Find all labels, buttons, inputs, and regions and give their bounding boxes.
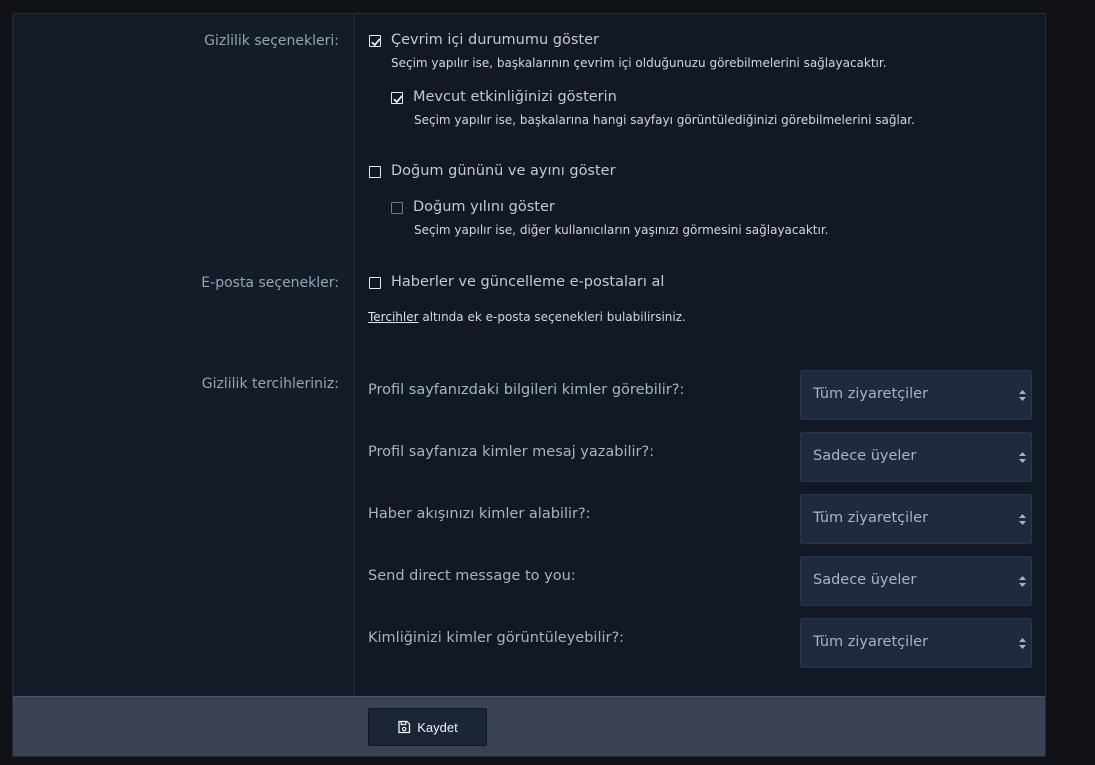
select-arrows-icon bbox=[1019, 638, 1026, 649]
select-arrows-icon bbox=[1019, 452, 1026, 463]
show-dob-label[interactable]: Doğum gününü ve ayını göster bbox=[391, 163, 616, 179]
show-online-checkbox[interactable] bbox=[369, 35, 381, 47]
show-activity-checkbox[interactable] bbox=[391, 92, 403, 104]
select-arrows-icon bbox=[1019, 576, 1026, 587]
save-icon bbox=[398, 720, 411, 734]
direct-message-select[interactable]: Sadece üyeler bbox=[800, 556, 1032, 606]
news-feed-select[interactable]: Tüm ziyaretçiler bbox=[800, 494, 1032, 544]
news-email-checkbox[interactable] bbox=[369, 277, 381, 289]
select-value: Tüm ziyaretçiler bbox=[813, 386, 929, 402]
show-online-hint: Seçim yapılır ise, başkalarının çevrim i… bbox=[391, 56, 887, 70]
email-options-label: E-posta seçenekler: bbox=[201, 275, 339, 291]
show-dob-checkbox[interactable] bbox=[369, 166, 381, 178]
select-arrows-icon bbox=[1019, 390, 1026, 401]
privacy-prefs-label: Gizlilik tercihleriniz: bbox=[201, 376, 339, 392]
news-email-label[interactable]: Haberler ve güncelleme e-postaları al bbox=[391, 274, 664, 290]
email-prefs-note: Tercihler altında ek e-posta seçenekleri… bbox=[368, 310, 686, 324]
checkmark-icon bbox=[393, 95, 403, 104]
pref-question: Profil sayfanızdaki bilgileri kimler gör… bbox=[368, 382, 685, 398]
email-prefs-text: altında ek e-posta seçenekleri bulabilir… bbox=[418, 310, 686, 324]
pref-question: Send direct message to you: bbox=[368, 568, 576, 584]
show-online-label[interactable]: Çevrim içi durumumu göster bbox=[391, 32, 599, 48]
show-year-checkbox[interactable] bbox=[391, 202, 403, 214]
profile-view-select[interactable]: Tüm ziyaretçiler bbox=[800, 370, 1032, 420]
select-arrows-icon bbox=[1019, 514, 1026, 525]
save-label: Kaydet bbox=[417, 719, 458, 735]
pref-question: Kimliğinizi kimler görüntüleyebilir?: bbox=[368, 630, 625, 646]
show-activity-label[interactable]: Mevcut etkinliğinizi gösterin bbox=[413, 89, 617, 105]
save-button[interactable]: Kaydet bbox=[368, 708, 487, 746]
privacy-options-label: Gizlilik seçenekleri: bbox=[204, 33, 339, 49]
label-column bbox=[13, 14, 355, 696]
select-value: Sadece üyeler bbox=[813, 448, 917, 464]
show-year-label[interactable]: Doğum yılını göster bbox=[413, 199, 555, 215]
checkmark-icon bbox=[371, 38, 381, 47]
select-value: Tüm ziyaretçiler bbox=[813, 634, 929, 650]
select-value: Tüm ziyaretçiler bbox=[813, 510, 929, 526]
identity-view-select[interactable]: Tüm ziyaretçiler bbox=[800, 618, 1032, 668]
select-value: Sadece üyeler bbox=[813, 572, 917, 588]
pref-question: Haber akışınızı kimler alabilir?: bbox=[368, 506, 591, 522]
preferences-link[interactable]: Tercihler bbox=[368, 310, 419, 324]
pref-question: Profil sayfanıza kimler mesaj yazabilir?… bbox=[368, 444, 655, 460]
account-privacy-form: Gizlilik seçenekleri: Çevrim içi durumum… bbox=[12, 13, 1046, 757]
profile-post-select[interactable]: Sadece üyeler bbox=[800, 432, 1032, 482]
show-year-hint: Seçim yapılır ise, diğer kullanıcıların … bbox=[414, 223, 829, 237]
form-footer: Kaydet bbox=[13, 696, 1045, 756]
show-activity-hint: Seçim yapılır ise, başkalarına hangi say… bbox=[414, 113, 915, 127]
